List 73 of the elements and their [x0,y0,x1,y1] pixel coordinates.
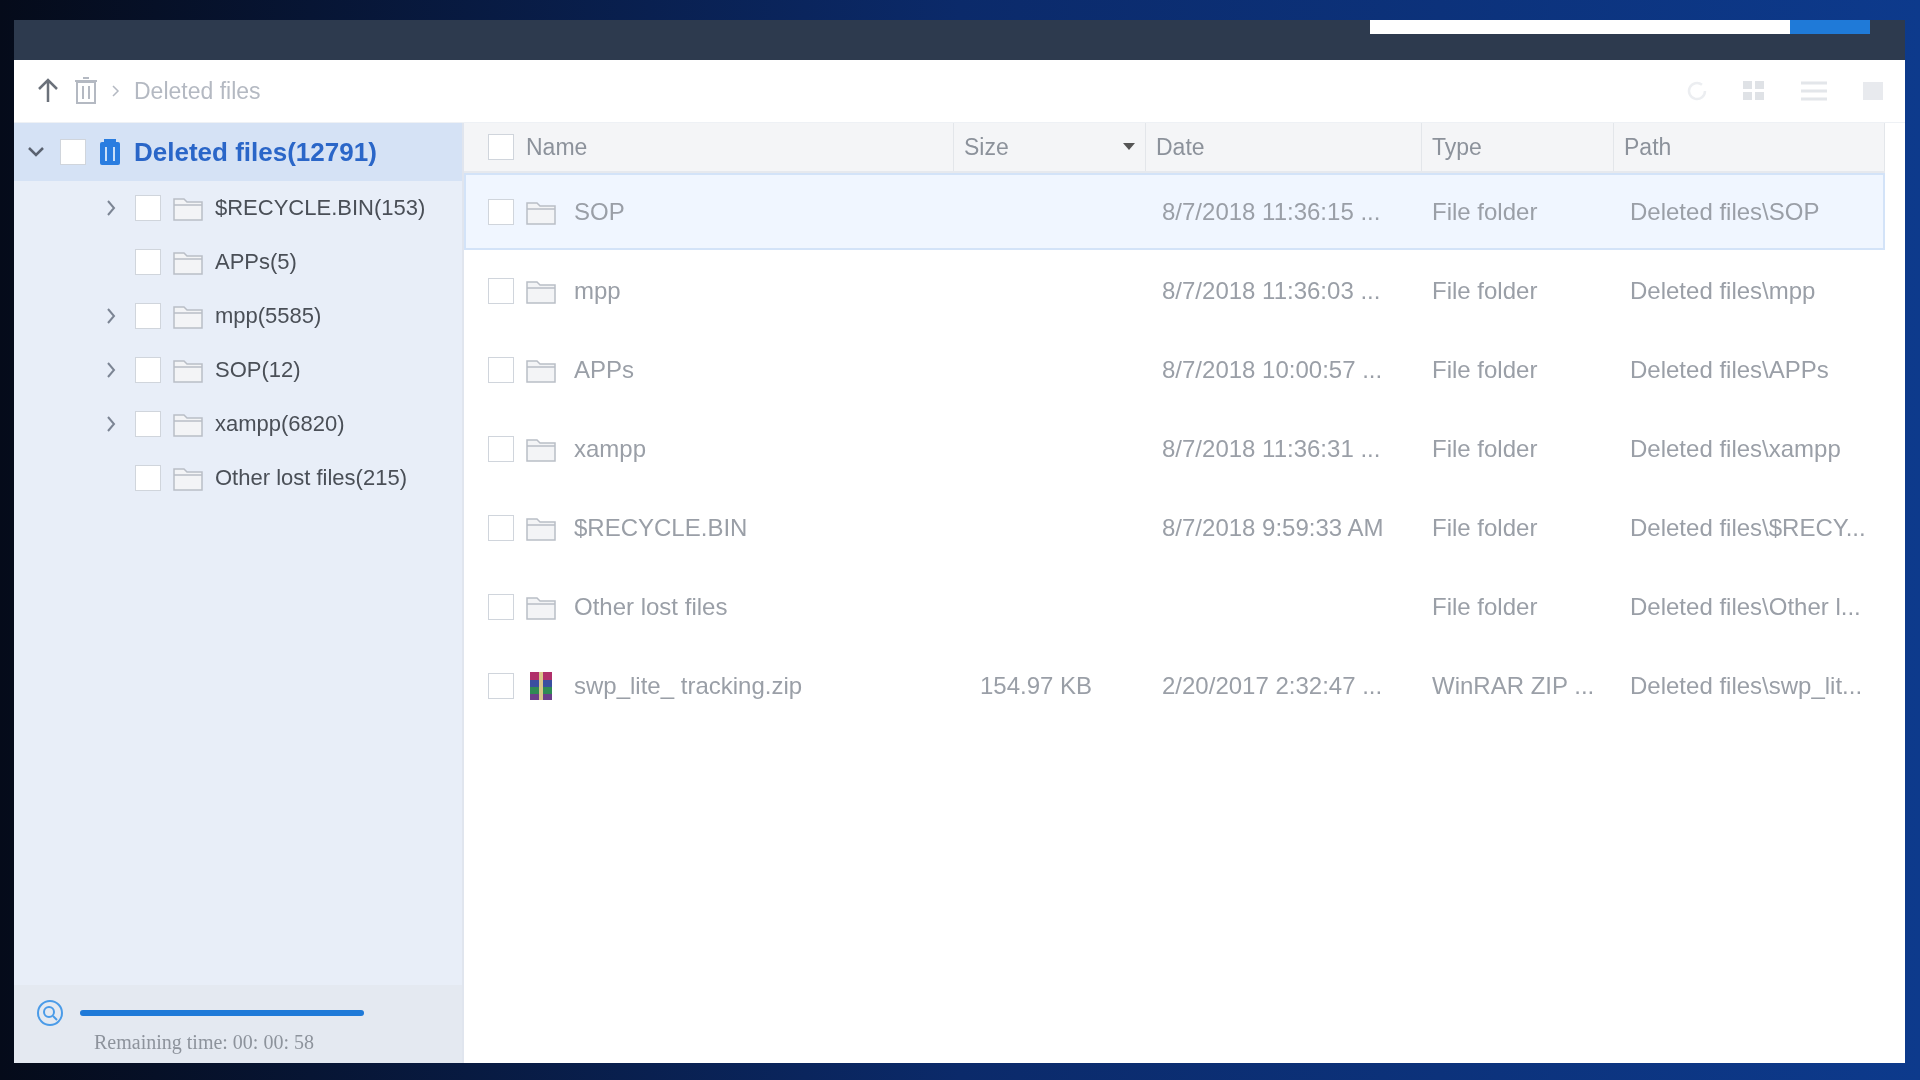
file-name: swp_lite_ tracking.zip [574,671,803,700]
file-name: SOP [574,197,625,226]
file-name: $RECYCLE.BIN [574,513,748,542]
file-size: 154.97 KB [980,671,1093,700]
file-date: 2/20/2017 2:32:47 ... [1162,671,1383,700]
column-header[interactable]: Type [1432,133,1613,161]
file-name: APPs [574,355,635,384]
checkbox[interactable] [60,139,86,165]
file-type: File folder [1432,513,1538,542]
file-path: Deleted files\Other l... [1630,592,1861,621]
file-path: Deleted files\$RECY... [1630,513,1866,542]
checkbox[interactable] [135,249,161,275]
file-date: 8/7/2018 11:36:31 ... [1162,434,1381,463]
recycle-bin-icon [98,138,122,166]
file-type: File folder [1432,197,1538,226]
file-type: File folder [1432,355,1538,384]
file-type: File folder [1432,434,1538,463]
search-icon [36,999,64,1027]
file-path: Deleted files\swp_lit... [1630,671,1863,700]
checkbox[interactable] [488,277,514,304]
trash-icon [74,77,98,105]
file-path: Deleted files\APPs [1630,355,1829,384]
file-date: 8/7/2018 10:00:57 ... [1162,355,1383,384]
tree-item-label[interactable]: $RECYCLE.BIN(153) [215,195,426,221]
checkbox[interactable] [135,195,161,221]
checkbox[interactable] [488,435,514,462]
file-type: File folder [1432,592,1538,621]
folder-icon [173,411,203,437]
folder-icon [173,195,203,221]
up-arrow-icon[interactable] [36,78,60,104]
checkbox[interactable] [135,357,161,383]
column-header[interactable]: Path [1624,133,1884,161]
sort-arrow-icon[interactable] [1123,143,1135,151]
folder-icon [173,249,203,275]
tree-item-label[interactable]: mpp(5585) [215,303,322,329]
file-date: 8/7/2018 11:36:15 ... [1162,197,1381,226]
file-type: WinRAR ZIP ... [1432,671,1595,700]
checkbox[interactable] [488,198,514,225]
file-type: File folder [1432,276,1538,305]
select-all-checkbox[interactable] [488,134,514,160]
file-row[interactable]: SOP 8/7/2018 11:36:15 ... File folder Deleted files\SOP [464,173,1885,250]
checkbox[interactable] [488,514,514,541]
file-name: Other lost files [574,592,728,621]
file-path: Deleted files\SOP [1630,197,1820,226]
checkbox[interactable] [488,672,514,699]
file-date: 8/7/2018 9:59:33 AM [1162,513,1384,542]
tree-item-label[interactable]: APPs(5) [215,249,297,275]
checkbox[interactable] [488,593,514,620]
checkbox[interactable] [488,356,514,383]
file-name: mpp [574,276,621,305]
chevron-icon [112,85,120,97]
folder-icon [173,357,203,383]
file-path: Deleted files\xampp [1630,434,1841,463]
search-field[interactable] [1370,20,1870,34]
checkbox[interactable] [135,303,161,329]
checkbox[interactable] [135,411,161,437]
remaining-time-text: Remaining time: 00: 00: 58 [93,1031,315,1054]
tree-item-label[interactable]: Other lost files(215) [215,465,407,491]
tree-item-label[interactable]: SOP(12) [215,357,301,383]
breadcrumb-item[interactable]: Deleted files [134,77,261,105]
folder-icon [173,465,203,491]
column-header[interactable]: Size [964,133,1111,161]
list-view-icon[interactable] [1799,79,1829,103]
column-header[interactable]: Name [526,133,953,161]
tree-item-label[interactable]: xampp(6820) [215,411,345,437]
search-button[interactable] [1790,20,1870,34]
file-path: Deleted files\mpp [1630,276,1816,305]
file-name: xampp [574,434,647,463]
checkbox[interactable] [135,465,161,491]
file-date: 8/7/2018 11:36:03 ... [1162,276,1381,305]
grid-view-icon[interactable] [1741,79,1767,103]
folder-icon [173,303,203,329]
column-header[interactable]: Date [1156,133,1421,161]
